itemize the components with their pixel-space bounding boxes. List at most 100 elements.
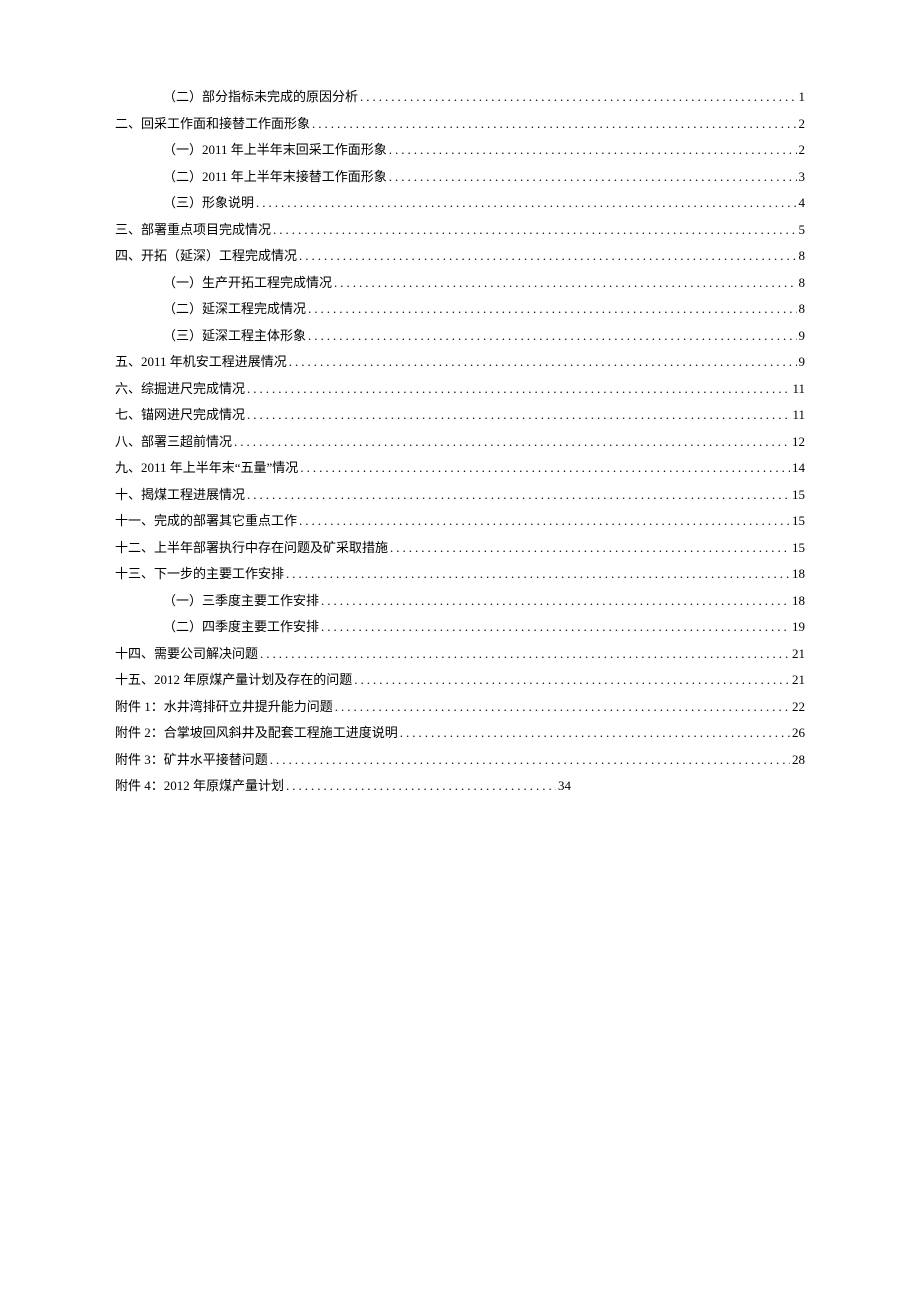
toc-entry-title: （二）四季度主要工作安排: [163, 620, 319, 633]
toc-entry-title: 二、回采工作面和接替工作面形象: [115, 117, 310, 130]
toc-entry-title: （三）形象说明: [163, 196, 254, 209]
toc-leader-dots: [400, 726, 790, 739]
toc-entry-page: 34: [558, 779, 571, 792]
toc-entry-page: 12: [792, 435, 805, 448]
toc-entry-page: 21: [792, 647, 805, 660]
toc-entry[interactable]: （一）2011 年上半年末回采工作面形象 2: [115, 143, 805, 156]
toc-leader-dots: [247, 408, 790, 421]
toc-entry-page: 15: [792, 541, 805, 554]
toc-entry-page: 19: [792, 620, 805, 633]
toc-entry-title: （一）2011 年上半年末回采工作面形象: [163, 143, 387, 156]
toc-entry-page: 4: [799, 196, 806, 209]
toc-entry-title: （二）部分指标未完成的原因分析: [163, 90, 358, 103]
toc-entry[interactable]: （二）延深工程完成情况 8: [115, 302, 805, 315]
toc-entry[interactable]: （三）形象说明 4: [115, 196, 805, 209]
toc-entry-title: （一）生产开拓工程完成情况: [163, 276, 332, 289]
toc-leader-dots: [286, 567, 790, 580]
toc-entry-page: 15: [792, 488, 805, 501]
toc-entry[interactable]: 十四、需要公司解决问题 21: [115, 647, 805, 660]
toc-leader-dots: [390, 541, 790, 554]
toc-entry-title: 五、2011 年机安工程进展情况: [115, 355, 287, 368]
toc-entry[interactable]: 十二、上半年部署执行中存在问题及矿采取措施 15: [115, 541, 805, 554]
toc-entry[interactable]: （二）部分指标未完成的原因分析 1: [115, 90, 805, 103]
toc-entry-page: 9: [799, 329, 806, 342]
toc-leader-dots: [273, 223, 796, 236]
toc-leader-dots: [334, 276, 796, 289]
toc-entry-page: 9: [799, 355, 806, 368]
toc-entry-page: 2: [799, 117, 806, 130]
toc-entry-title: 三、部署重点项目完成情况: [115, 223, 271, 236]
toc-entry[interactable]: 十五、2012 年原煤产量计划及存在的问题 21: [115, 673, 805, 686]
toc-entry[interactable]: 七、锚网进尺完成情况 11: [115, 408, 805, 421]
toc-leader-dots: [308, 302, 796, 315]
toc-entry[interactable]: （一）生产开拓工程完成情况 8: [115, 276, 805, 289]
toc-entry-title: 附件 1：水井湾排矸立井提升能力问题: [115, 700, 333, 713]
toc-entry-page: 28: [792, 753, 805, 766]
toc-entry[interactable]: 附件 4：2012 年原煤产量计划 34: [115, 779, 805, 792]
toc-leader-dots: [360, 90, 796, 103]
toc-leader-dots: [256, 196, 796, 209]
toc-entry[interactable]: （一）三季度主要工作安排 18: [115, 594, 805, 607]
table-of-contents: （二）部分指标未完成的原因分析1二、回采工作面和接替工作面形象2（一）2011 …: [115, 90, 805, 792]
toc-leader-dots: [389, 143, 797, 156]
toc-leader-dots: [321, 594, 790, 607]
toc-entry-title: （一）三季度主要工作安排: [163, 594, 319, 607]
toc-leader-dots: [270, 753, 790, 766]
toc-entry-page: 18: [792, 594, 805, 607]
toc-leader-dots: [234, 435, 790, 448]
toc-entry[interactable]: 三、部署重点项目完成情况 5: [115, 223, 805, 236]
toc-entry[interactable]: （二）2011 年上半年末接替工作面形象3: [115, 170, 805, 183]
toc-entry-title: （三）延深工程主体形象: [163, 329, 306, 342]
toc-entry-title: 十四、需要公司解决问题: [115, 647, 258, 660]
toc-leader-dots: [300, 461, 790, 474]
toc-entry[interactable]: 十、揭煤工程进展情况15: [115, 488, 805, 501]
toc-entry-page: 26: [792, 726, 805, 739]
toc-entry[interactable]: 附件 1：水井湾排矸立井提升能力问题22: [115, 700, 805, 713]
toc-entry-page: 8: [799, 276, 806, 289]
toc-entry[interactable]: 四、开拓（延深）工程完成情况 8: [115, 249, 805, 262]
toc-entry-page: 11: [792, 408, 805, 421]
toc-leader-dots: [354, 673, 790, 686]
toc-entry-page: 1: [799, 90, 806, 103]
toc-leader-dots: [289, 355, 797, 368]
toc-entry-title: 十三、下一步的主要工作安排: [115, 567, 284, 580]
toc-entry[interactable]: 六、综掘进尺完成情况11: [115, 382, 805, 395]
toc-leader-dots: [308, 329, 796, 342]
toc-entry-title: 附件 4：2012 年原煤产量计划: [115, 779, 284, 792]
toc-entry[interactable]: （三）延深工程主体形象 9: [115, 329, 805, 342]
toc-entry[interactable]: 九、2011 年上半年末“五量”情况14: [115, 461, 805, 474]
toc-entry[interactable]: 八、部署三超前情况 12: [115, 435, 805, 448]
toc-entry[interactable]: 附件 3：矿井水平接替问题 28: [115, 753, 805, 766]
toc-entry[interactable]: 十三、下一步的主要工作安排18: [115, 567, 805, 580]
toc-entry-title: 十二、上半年部署执行中存在问题及矿采取措施: [115, 541, 388, 554]
toc-entry[interactable]: 附件 2：合掌坡回风斜井及配套工程施工进度说明 26: [115, 726, 805, 739]
toc-entry-page: 21: [792, 673, 805, 686]
toc-leader-dots: [335, 700, 790, 713]
toc-leader-dots: [299, 249, 796, 262]
toc-entry-title: 七、锚网进尺完成情况: [115, 408, 245, 421]
toc-leader-dots: [321, 620, 790, 633]
toc-entry-title: （二）2011 年上半年末接替工作面形象: [163, 170, 387, 183]
toc-entry-page: 8: [799, 249, 806, 262]
toc-leader-dots: [389, 170, 797, 183]
toc-entry-title: 附件 3：矿井水平接替问题: [115, 753, 268, 766]
toc-entry-title: 附件 2：合掌坡回风斜井及配套工程施工进度说明: [115, 726, 398, 739]
toc-entry-title: 八、部署三超前情况: [115, 435, 232, 448]
toc-leader-dots: [260, 647, 790, 660]
toc-leader-dots: [299, 514, 790, 527]
toc-entry-title: （二）延深工程完成情况: [163, 302, 306, 315]
toc-entry[interactable]: 二、回采工作面和接替工作面形象 2: [115, 117, 805, 130]
toc-entry-page: 2: [799, 143, 806, 156]
toc-leader-dots: [247, 382, 790, 395]
toc-entry[interactable]: 十一、完成的部署其它重点工作15: [115, 514, 805, 527]
toc-entry-page: 14: [792, 461, 805, 474]
toc-entry[interactable]: 五、2011 年机安工程进展情况 9: [115, 355, 805, 368]
toc-entry-title: 六、综掘进尺完成情况: [115, 382, 245, 395]
toc-entry-title: 四、开拓（延深）工程完成情况: [115, 249, 297, 262]
toc-entry-page: 8: [799, 302, 806, 315]
toc-entry-title: 十五、2012 年原煤产量计划及存在的问题: [115, 673, 352, 686]
toc-leader-dots: [286, 779, 556, 792]
toc-entry[interactable]: （二）四季度主要工作安排 19: [115, 620, 805, 633]
toc-entry-page: 15: [792, 514, 805, 527]
toc-entry-page: 5: [799, 223, 806, 236]
